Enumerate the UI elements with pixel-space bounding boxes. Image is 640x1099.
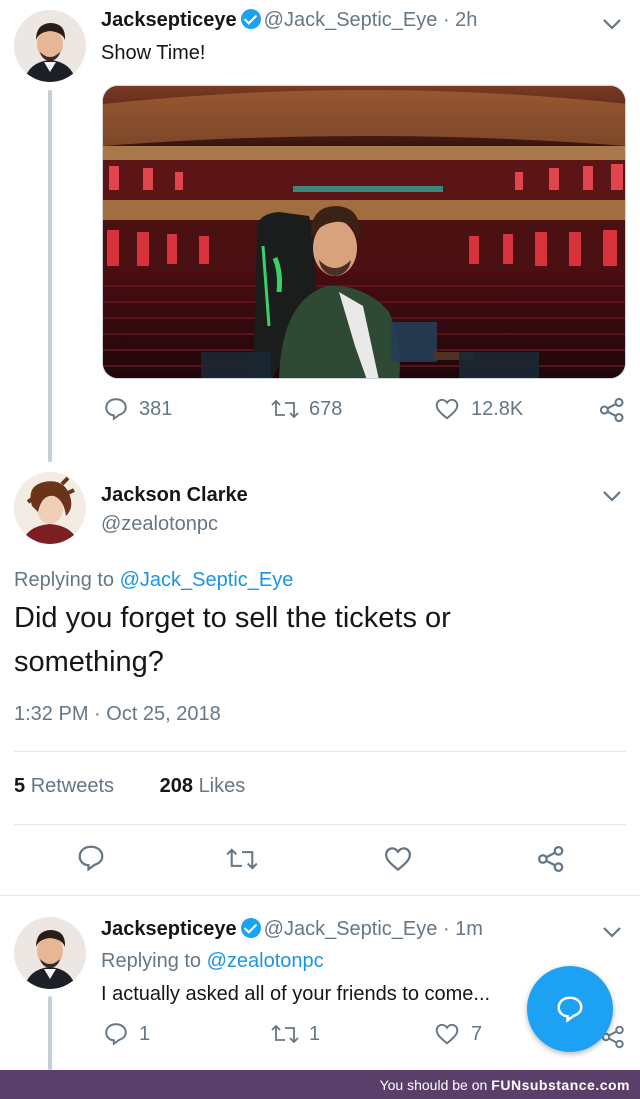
divider — [0, 895, 640, 896]
retweets-stat[interactable]: 5 Retweets — [14, 775, 114, 797]
retweet-icon[interactable] — [226, 845, 258, 873]
tweet1-like-action[interactable]: 12.8K — [433, 396, 523, 422]
replying-to-label: Replying to — [14, 569, 120, 591]
replying-to-label: Replying to — [101, 950, 207, 972]
tweet1-like-count: 12.8K — [471, 397, 524, 420]
tweet1-photo[interactable] — [102, 85, 626, 379]
tweet1-handle[interactable]: @Jack_Septic_Eye · 2h — [264, 9, 478, 31]
tweet2-text: Did you forget to sell the tickets or so… — [14, 596, 451, 684]
tweet1-retweet-action[interactable]: 678 — [271, 396, 342, 422]
tweet3-text: I actually asked all of your friends to … — [101, 983, 491, 1005]
heart-icon — [435, 398, 459, 420]
tweet2-timestamp: 1:32 PM · Oct 25, 2018 — [14, 703, 221, 725]
tweet2-replying-to: Replying to @Jack_Septic_Eye — [14, 569, 293, 592]
watermark-bar: You should be on FUNsubstance.com — [0, 1070, 640, 1099]
tweet1-retweet-count: 678 — [309, 397, 343, 420]
heart-icon[interactable] — [382, 844, 414, 874]
tweet1-reply-count: 381 — [139, 397, 173, 420]
tweet2-stats: 5 Retweets 208 Likes — [14, 775, 245, 798]
replying-to-link[interactable]: @Jack_Septic_Eye — [120, 569, 294, 591]
tweet3-like-count: 7 — [471, 1022, 483, 1045]
message-icon — [557, 996, 583, 1023]
retweets-count: 5 — [14, 775, 26, 797]
tweet3-retweet-count: 1 — [309, 1022, 321, 1045]
tweet2-author-name[interactable]: Jackson Clarke — [101, 484, 248, 507]
watermark-brand: FUNsubstance.com — [491, 1076, 630, 1093]
chevron-down-icon[interactable] — [600, 12, 624, 36]
likes-count: 208 — [159, 775, 193, 797]
retweets-label: Retweets — [30, 775, 115, 797]
tweet1-header: Jacksepticeye @Jack_Septic_Eye · 2h — [101, 9, 477, 32]
avatar-jacksepticeye[interactable] — [14, 10, 86, 82]
chevron-down-icon[interactable] — [600, 920, 624, 944]
tweet3-reply-action[interactable]: 1 — [103, 1021, 150, 1047]
watermark-prefix: You should be on — [379, 1076, 488, 1093]
tweet2-handle[interactable]: @zealotonpc — [101, 513, 218, 536]
likes-stat[interactable]: 208 Likes — [160, 775, 246, 797]
reply-icon[interactable] — [76, 843, 106, 873]
verified-icon — [240, 9, 261, 29]
avatar-zealotonpc[interactable] — [14, 472, 86, 544]
retweet-icon — [271, 1024, 299, 1044]
tweet3-like-action[interactable]: 7 — [433, 1021, 482, 1047]
tweet1-text: Show Time! — [101, 42, 206, 64]
chevron-down-icon[interactable] — [600, 484, 624, 508]
compose-button[interactable] — [527, 966, 613, 1052]
likes-label: Likes — [198, 775, 246, 797]
tweet1-reply-action[interactable]: 381 — [103, 396, 172, 422]
reply-icon — [105, 398, 127, 421]
tweet3-reply-count: 1 — [139, 1022, 151, 1045]
divider — [14, 824, 626, 825]
tweet3-replying-to: Replying to @zealotonpc — [101, 950, 324, 973]
avatar-jacksepticeye[interactable] — [14, 917, 86, 989]
tweet1-author-name[interactable]: Jacksepticeye — [101, 9, 237, 31]
tweet3-author-name[interactable]: Jacksepticeye — [101, 918, 237, 940]
retweet-icon — [271, 399, 299, 419]
thread-line — [48, 996, 52, 1070]
share-icon[interactable] — [598, 396, 626, 424]
heart-icon — [435, 1023, 459, 1045]
tweet3-handle[interactable]: @Jack_Septic_Eye · 1m — [264, 918, 483, 940]
tweet3-retweet-action[interactable]: 1 — [271, 1021, 320, 1047]
replying-to-link[interactable]: @zealotonpc — [207, 950, 324, 972]
tweet2-text-line2: something? — [14, 646, 164, 678]
divider — [14, 751, 626, 752]
reply-icon — [105, 1023, 127, 1046]
thread-line — [48, 90, 52, 462]
share-icon[interactable] — [536, 844, 566, 874]
tweet2-text-line1: Did you forget to sell the tickets or — [14, 602, 451, 634]
verified-icon — [240, 918, 261, 938]
tweet3-header: Jacksepticeye @Jack_Septic_Eye · 1m — [101, 918, 483, 941]
